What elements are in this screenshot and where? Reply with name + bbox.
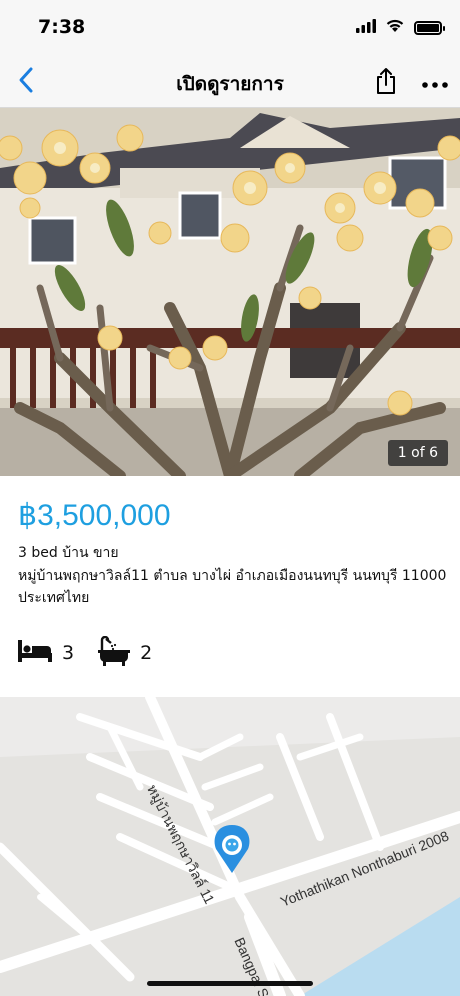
bathtub-icon — [98, 635, 131, 670]
status-bar: 7:38 — [0, 0, 460, 56]
listing-subtitle: 3 bed บ้าน ขาย — [18, 545, 119, 561]
more-icon — [422, 73, 448, 92]
share-icon — [374, 67, 398, 99]
navigation-bar: เปิดดูรายการ — [0, 56, 460, 108]
bedrooms-count: 3 — [62, 642, 75, 664]
back-chevron-icon — [18, 66, 34, 98]
listing-photo[interactable]: 1 of 6 — [0, 108, 460, 476]
share-button[interactable] — [366, 64, 406, 102]
signal-icon — [356, 18, 376, 37]
home-indicator[interactable] — [147, 981, 313, 986]
status-icons — [356, 18, 445, 37]
location-map[interactable]: หมู่บ้านพฤกษาวิลล์ 11 Yothathikan Nontha… — [0, 697, 460, 996]
bedrooms-feature: 3 — [18, 640, 74, 666]
photo-counter: 1 of 6 — [387, 440, 448, 466]
status-time: 7:38 — [38, 16, 86, 38]
more-options-button[interactable] — [414, 64, 456, 100]
page-title: เปิดดูรายการ — [176, 73, 284, 95]
bed-icon — [18, 640, 52, 666]
listing-address: หมู่บ้านพฤกษาวิลล์11 ตำบล บางไผ่ อำเภอเม… — [18, 568, 447, 606]
bathrooms-count: 2 — [140, 642, 153, 664]
battery-icon — [414, 20, 445, 35]
listing-price: ฿3,500,000 — [18, 499, 171, 532]
listing-features: 3 2 — [18, 635, 176, 670]
bathrooms-feature: 2 — [98, 635, 153, 670]
house-photo-illustration — [0, 108, 460, 476]
listing-details: ฿3,500,000 3 bed บ้าน ขาย หมู่บ้านพฤกษาว… — [0, 476, 460, 696]
map-roads — [0, 697, 460, 996]
back-button[interactable] — [8, 64, 44, 100]
wifi-icon — [385, 18, 405, 37]
